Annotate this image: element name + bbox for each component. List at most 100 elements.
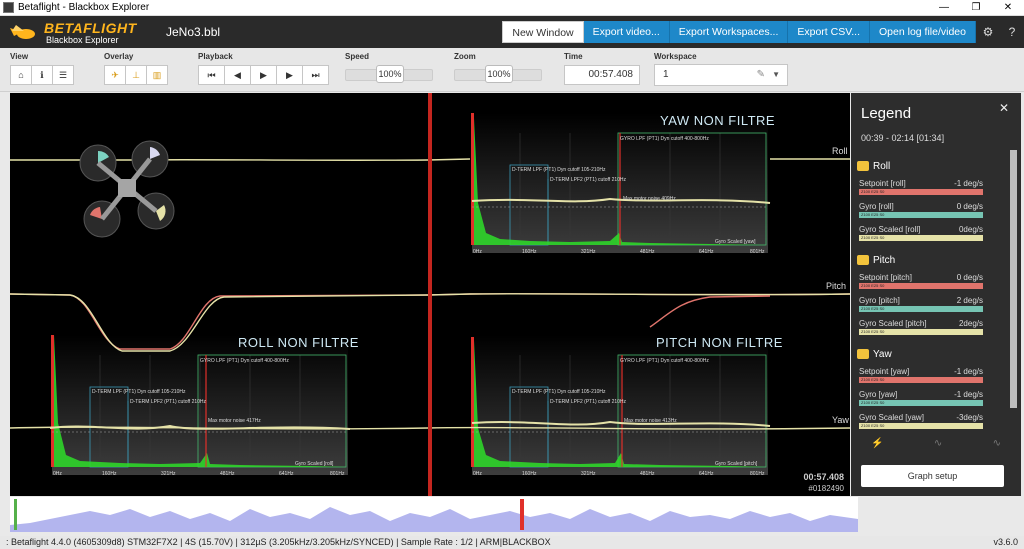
legend-item-bar: Z100 E25 S0 — [859, 423, 983, 429]
roll-dterm1: D-TERM LPF (PT1) Dyn cutoff 105-210Hz — [92, 389, 186, 395]
zoom-slider[interactable]: 100% — [454, 65, 542, 83]
trace-label-yaw: Yaw — [832, 415, 849, 425]
maximize-button[interactable]: ❐ — [960, 0, 992, 16]
betaflight-logo: BETAFLIGHT Blackbox Explorer — [6, 16, 146, 48]
roll-motor-noise: Max motor noise 417Hz — [208, 418, 261, 424]
legend-item[interactable]: Gyro Scaled [roll] 0deg/s Z100 E25 S0 — [859, 225, 983, 241]
speed-value[interactable]: 100% — [376, 65, 404, 83]
playback-label: Playback — [198, 52, 233, 61]
legend-item-bar: Z100 E25 S0 — [859, 400, 983, 406]
legend-item[interactable]: Gyro [pitch] 2 deg/s Z100 E25 S0 — [859, 296, 983, 312]
roll-mini-icon[interactable]: ⚡ — [871, 438, 883, 449]
roll-gyro-lpf: GYRO LPF (PT1) Dyn cutoff 400-800Hz — [200, 358, 289, 364]
legend-item[interactable]: Gyro Scaled [pitch] 2deg/s Z100 E25 S0 — [859, 319, 983, 335]
legend-item[interactable]: Gyro Scaled [yaw] -3deg/s Z100 E25 S0 — [859, 413, 983, 429]
yaw-tick: 0Hz — [473, 249, 482, 255]
log-list-icon[interactable]: ☰ — [52, 65, 74, 85]
pitch-motor-noise: Max motor noise 413Hz — [624, 418, 677, 424]
minimize-button[interactable]: — — [928, 0, 960, 16]
craft-overlay — [79, 140, 175, 238]
play-icon[interactable]: ▶ — [250, 65, 277, 85]
time-group: Time 00:57.408 — [564, 52, 640, 85]
workspace-value: 1 — [663, 69, 669, 80]
time-label: Time — [564, 52, 583, 61]
graph-setup-button[interactable]: Graph setup — [861, 465, 1004, 487]
close-window-button[interactable]: ✕ — [992, 0, 1024, 16]
new-window-button[interactable]: New Window — [502, 21, 584, 43]
workspace-label: Workspace — [654, 52, 697, 61]
pencil-icon[interactable]: ✎ — [757, 65, 765, 85]
help-icon[interactable]: ? — [1000, 25, 1024, 39]
export-workspaces-button[interactable]: Export Workspaces... — [669, 21, 789, 43]
export-csv-button[interactable]: Export CSV... — [788, 21, 871, 43]
legend-item-value: 2deg/s — [958, 319, 983, 328]
close-icon[interactable]: ✕ — [999, 101, 1009, 115]
yaw-motor-noise: Max motor noise 409Hz — [623, 196, 676, 202]
legend-item[interactable]: Gyro [yaw] -1 deg/s Z100 E25 S0 — [859, 390, 983, 406]
window-titlebar: Betaflight - Blackbox Explorer — ❐ ✕ — [0, 0, 1024, 16]
roll-tick: 160Hz — [102, 471, 117, 477]
legend-item-value: -3deg/s — [956, 413, 983, 422]
legend-item-value: -1 deg/s — [954, 390, 983, 399]
analyser-overlay-icon[interactable]: ▥ — [146, 65, 168, 85]
pitch-tick: 0Hz — [473, 471, 482, 477]
jump-end-icon[interactable]: ⏭ — [302, 65, 329, 85]
yaw-dterm1: D-TERM LPF (PT1) Dyn cutoff 105-210Hz — [512, 167, 606, 173]
time-input[interactable]: 00:57.408 — [564, 65, 640, 85]
pitch-dterm1: D-TERM LPF (PT1) Dyn cutoff 105-210Hz — [512, 389, 606, 395]
info-icon[interactable]: ℹ — [31, 65, 53, 85]
legend-scrollbar[interactable] — [1010, 150, 1017, 408]
legend-panel: Legend ✕ 00:39 - 02:14 [01:34] Roll Setp… — [851, 93, 1021, 496]
zoom-value[interactable]: 100% — [485, 65, 513, 83]
yaw-tick: 641Hz — [699, 249, 714, 255]
trace-label-roll: Roll — [832, 146, 848, 156]
pitch-gyro-lpf: GYRO LPF (PT1) Dyn cutoff 400-800Hz — [620, 358, 709, 364]
open-log-file-button[interactable]: Open log file/video — [870, 21, 976, 43]
chevron-down-icon[interactable]: ▼ — [772, 65, 780, 85]
legend-item[interactable]: Setpoint [roll] -1 deg/s Z100 E25 S0 — [859, 179, 983, 195]
pitch-series-label: Gyro Scaled [pitch] — [715, 461, 758, 467]
step-back-icon[interactable]: ◀ — [224, 65, 251, 85]
yaw-mini-icon[interactable]: ∿ — [993, 438, 1001, 449]
folder-icon — [857, 161, 869, 172]
export-video-button[interactable]: Export video... — [583, 21, 670, 43]
status-text: : Betaflight 4.4.0 (4605309d8) STM32F7X2… — [6, 537, 551, 547]
workspace-select[interactable]: 1 ✎ ▼ — [654, 64, 788, 86]
home-icon[interactable]: ⌂ — [10, 65, 32, 85]
brand-subtitle: Blackbox Explorer — [46, 35, 119, 45]
legend-item-value: -1 deg/s — [954, 367, 983, 376]
window-title: Betaflight - Blackbox Explorer — [18, 2, 150, 13]
legend-group-pitch[interactable]: Pitch — [857, 255, 895, 266]
gear-icon[interactable]: ⚙ — [976, 25, 1000, 39]
sticks-overlay-icon[interactable]: ⊥ — [125, 65, 147, 85]
log-overview-timeline[interactable] — [10, 497, 858, 532]
jump-start-icon[interactable]: ⏮ — [198, 65, 225, 85]
speed-slider[interactable]: 100% — [345, 65, 433, 83]
legend-item[interactable]: Gyro [roll] 0 deg/s Z100 E25 S0 — [859, 202, 983, 218]
playback-group: Playback ⏮ ◀ ▶ ▶ ⏭ — [198, 52, 329, 85]
overlay-group: Overlay ✈ ⊥ ▥ — [104, 52, 168, 85]
zoom-group: Zoom 100% — [454, 52, 542, 83]
legend-group-yaw[interactable]: Yaw — [857, 349, 892, 360]
overlay-label: Overlay — [104, 52, 134, 61]
legend-group-label: Pitch — [873, 255, 896, 266]
legend-item-value: 0 deg/s — [956, 273, 983, 282]
pitch-tick: 321Hz — [581, 471, 596, 477]
legend-item[interactable]: Setpoint [yaw] -1 deg/s Z100 E25 S0 — [859, 367, 983, 383]
legend-item-bar: Z100 E25 S0 — [859, 212, 983, 218]
pitch-mini-icon[interactable]: ∿ — [934, 438, 942, 449]
graph-canvas[interactable]: Roll Pitch Yaw YAW NON FILTRE GYRO LPF (… — [10, 93, 850, 496]
legend-item[interactable]: Setpoint [pitch] 0 deg/s Z100 E25 S0 — [859, 273, 983, 289]
legend-group-roll[interactable]: Roll — [857, 161, 890, 172]
speed-label: Speed — [345, 52, 370, 61]
speed-group: Speed 100% — [345, 52, 433, 83]
pitch-tick: 481Hz — [640, 471, 655, 477]
playback-cursor[interactable] — [428, 93, 432, 496]
legend-item-value: -1 deg/s — [954, 179, 983, 188]
view-group: View ⌂ ℹ ☰ — [10, 52, 74, 85]
craft-overlay-icon[interactable]: ✈ — [104, 65, 126, 85]
app-version: v3.6.0 — [993, 537, 1018, 547]
step-forward-icon[interactable]: ▶ — [276, 65, 303, 85]
yaw-tick: 481Hz — [640, 249, 655, 255]
workspace-group: Workspace 1 ✎ ▼ — [654, 52, 788, 86]
